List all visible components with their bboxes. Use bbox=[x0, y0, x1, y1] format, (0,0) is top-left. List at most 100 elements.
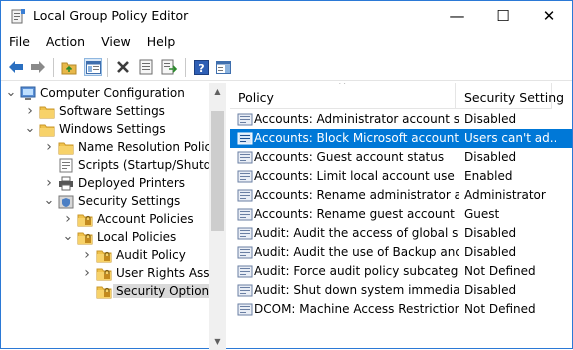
scroll-down-arrow-icon[interactable]: ▼ bbox=[209, 333, 226, 350]
security-setting-cell: Disabled bbox=[464, 283, 517, 297]
properties-button[interactable] bbox=[137, 58, 155, 76]
export-list-button[interactable] bbox=[160, 58, 178, 76]
column-header-security-setting[interactable]: Security Setting bbox=[456, 83, 564, 109]
up-folder-button[interactable] bbox=[60, 58, 78, 76]
tree-item[interactable]: › User Rights Assign bbox=[1, 265, 225, 283]
policy-setting-icon bbox=[237, 264, 253, 279]
tree-item[interactable]: ⌄ Computer Configuration bbox=[1, 85, 209, 103]
table-row[interactable]: Accounts: Limit local account use of... E… bbox=[230, 167, 572, 186]
policy-setting-icon bbox=[237, 131, 253, 146]
back-icon bbox=[9, 61, 23, 73]
tree-item[interactable]: › Name Resolution Policy bbox=[1, 139, 218, 157]
policy-name-cell: Accounts: Limit local account use of... bbox=[254, 169, 459, 183]
policy-name-cell: Audit: Shut down system immediate... bbox=[254, 283, 459, 297]
tree-item-label: Audit Policy bbox=[116, 248, 186, 262]
tree-item-label: Account Policies bbox=[97, 212, 194, 226]
column-header-label: Policy bbox=[238, 90, 274, 105]
table-row[interactable]: Accounts: Block Microsoft accounts Users … bbox=[230, 129, 572, 148]
folder-icon bbox=[39, 122, 55, 137]
table-row[interactable]: Audit: Audit the use of Backup and ... Di… bbox=[230, 243, 572, 262]
table-row[interactable]: Accounts: Rename guest account Guest bbox=[230, 205, 572, 224]
policy-list[interactable]: Policy ^ Security Setting Accounts: Admi… bbox=[230, 83, 572, 350]
title-bar[interactable]: Local Group Policy Editor — ☐ ✕ bbox=[1, 1, 572, 31]
table-row[interactable]: Accounts: Rename administrator ac... Admi… bbox=[230, 186, 572, 205]
chevron-right-icon[interactable]: › bbox=[81, 248, 93, 262]
table-row[interactable]: Audit: Shut down system immediate... Disa… bbox=[230, 281, 572, 300]
column-header-label: Security Setting bbox=[464, 90, 565, 105]
tree-item[interactable]: ⌄ Security Settings bbox=[1, 193, 209, 211]
printer-icon bbox=[58, 176, 74, 191]
delete-button[interactable] bbox=[114, 58, 132, 76]
chevron-right-icon[interactable]: › bbox=[43, 140, 55, 154]
tree-item-label: Deployed Printers bbox=[78, 176, 186, 190]
policy-name-cell: Audit: Audit the use of Backup and ... bbox=[254, 245, 459, 259]
sort-ascending-icon: ^ bbox=[338, 83, 347, 91]
tree-item[interactable]: › Software Settings bbox=[1, 103, 209, 121]
tree-item[interactable]: › Account Policies bbox=[1, 211, 209, 229]
policy-setting-icon bbox=[237, 207, 253, 222]
properties-icon bbox=[139, 59, 153, 75]
maximize-button[interactable]: ☐ bbox=[480, 1, 526, 31]
security-setting-cell: Administrator bbox=[464, 188, 546, 202]
toolbar-separator bbox=[53, 58, 54, 77]
chevron-right-icon[interactable]: › bbox=[43, 176, 55, 190]
tree-item[interactable]: ⌄ Windows Settings bbox=[1, 121, 209, 139]
chevron-down-icon[interactable]: ⌄ bbox=[5, 86, 17, 100]
menu-action[interactable]: Action bbox=[38, 32, 93, 53]
table-row[interactable]: DCOM: Machine Access Restrictions... Not … bbox=[230, 300, 572, 319]
policy-folder-icon bbox=[77, 230, 93, 245]
chevron-down-icon[interactable]: ⌄ bbox=[62, 230, 74, 244]
tree-item-label: Security Settings bbox=[78, 194, 181, 208]
tree-item-label: Software Settings bbox=[59, 104, 165, 118]
menu-bar: File Action View Help bbox=[1, 32, 572, 53]
tree-item[interactable]: Scripts (Startup/Shutdow bbox=[1, 157, 225, 175]
close-button[interactable]: ✕ bbox=[526, 1, 572, 31]
back-button[interactable] bbox=[7, 58, 25, 76]
computer-icon bbox=[20, 86, 36, 101]
security-setting-cell: Not Defined bbox=[464, 302, 536, 316]
tree-item[interactable]: ⌄ Local Policies bbox=[1, 229, 209, 247]
chevron-right-icon[interactable]: › bbox=[62, 212, 74, 226]
chevron-down-icon[interactable]: ⌄ bbox=[43, 194, 55, 208]
table-row[interactable]: Audit: Force audit policy subcategor... N… bbox=[230, 262, 572, 281]
scroll-up-arrow-icon[interactable]: ▲ bbox=[209, 83, 226, 100]
console-tree[interactable]: ⌄ Computer Configuration › Software Setting… bbox=[1, 83, 226, 350]
help-button[interactable]: ? bbox=[192, 58, 210, 76]
menu-view[interactable]: View bbox=[93, 32, 139, 53]
table-row[interactable]: Accounts: Guest account status Disabled bbox=[230, 148, 572, 167]
table-row[interactable]: Accounts: Administrator account sta... Di… bbox=[230, 110, 572, 129]
folder-icon bbox=[39, 104, 55, 119]
show-pane-button[interactable] bbox=[214, 58, 232, 76]
chevron-right-icon[interactable]: › bbox=[81, 266, 93, 280]
forward-button[interactable] bbox=[29, 58, 47, 76]
forward-icon bbox=[31, 61, 45, 73]
show-hide-tree-button[interactable] bbox=[84, 58, 102, 76]
main-window: Local Group Policy Editor — ☐ ✕ File Act… bbox=[0, 0, 573, 350]
tree-item-label: Scripts (Startup/Shutdow bbox=[78, 158, 226, 172]
policy-setting-icon bbox=[237, 169, 253, 184]
chevron-down-icon[interactable]: ⌄ bbox=[24, 122, 36, 136]
tree-item[interactable]: › Deployed Printers bbox=[1, 175, 209, 193]
tree-item[interactable]: › Audit Policy bbox=[1, 247, 209, 265]
security-icon bbox=[58, 194, 74, 209]
tree-item[interactable]: Security Options bbox=[1, 283, 219, 301]
script-icon bbox=[58, 158, 74, 173]
minimize-icon: — bbox=[449, 7, 465, 25]
policy-setting-icon bbox=[237, 188, 253, 203]
up-folder-icon bbox=[61, 62, 76, 74]
policy-name-cell: Accounts: Administrator account sta... bbox=[254, 112, 459, 126]
policy-folder-icon bbox=[96, 284, 112, 299]
scrollbar-thumb[interactable] bbox=[211, 111, 224, 231]
chevron-right-icon[interactable]: › bbox=[24, 104, 36, 118]
policy-name-cell: Accounts: Rename guest account bbox=[254, 207, 455, 221]
tree-item-label: Security Options bbox=[113, 284, 219, 298]
policy-setting-icon bbox=[237, 150, 253, 165]
table-row[interactable]: Audit: Audit the access of global sys...… bbox=[230, 224, 572, 243]
policy-editor-app-icon bbox=[11, 9, 25, 24]
policy-name-cell: Accounts: Block Microsoft accounts bbox=[254, 131, 459, 145]
column-header-policy[interactable]: Policy ^ bbox=[230, 83, 456, 109]
menu-help[interactable]: Help bbox=[139, 32, 184, 53]
minimize-button[interactable]: — bbox=[434, 1, 480, 31]
tree-scrollbar[interactable]: ▲ ▼ bbox=[209, 83, 226, 350]
menu-file[interactable]: File bbox=[1, 32, 38, 53]
